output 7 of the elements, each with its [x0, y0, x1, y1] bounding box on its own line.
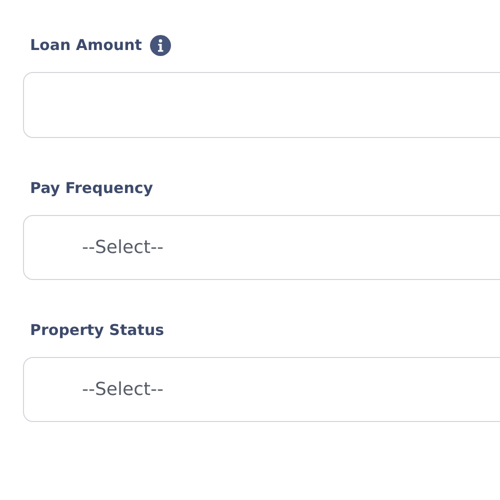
info-icon[interactable] [150, 34, 171, 56]
input-field[interactable] [23, 72, 500, 138]
select-field[interactable]: --Select-- [23, 357, 500, 422]
select-field[interactable]: --Select-- [23, 215, 500, 280]
field-label: Property Status [30, 321, 164, 339]
field-label: Loan Amount [30, 36, 142, 54]
field-label: Pay Frequency [30, 179, 154, 197]
